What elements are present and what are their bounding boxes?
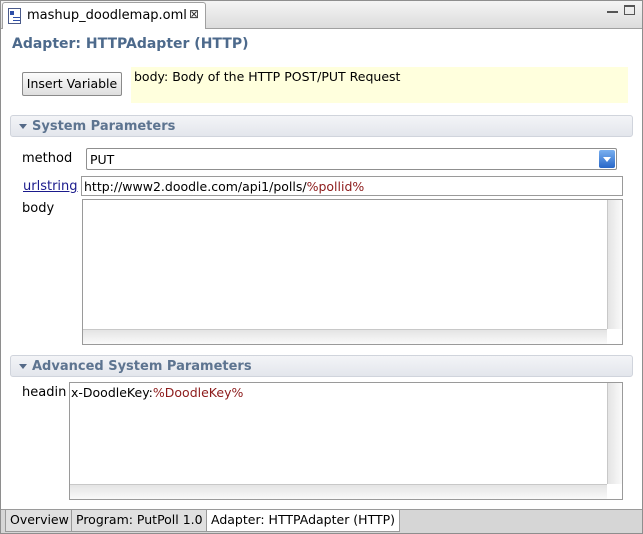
editor-window: mashup_doodlemap.oml ⊠ Adapter: HTTPAdap… xyxy=(0,0,643,534)
urlstring-link[interactable]: urlstring xyxy=(23,179,78,194)
file-icon xyxy=(8,8,21,24)
section-title: System Parameters xyxy=(32,119,176,134)
body-label: body xyxy=(22,201,55,216)
tab-program-putpoll[interactable]: Program: PutPoll 1.0 xyxy=(71,510,208,532)
method-selected-value: PUT xyxy=(90,152,115,167)
urlstring-value: http://www2.doodle.com/api1/polls/%polli… xyxy=(84,179,364,194)
urlstring-input[interactable]: http://www2.doodle.com/api1/polls/%polli… xyxy=(81,176,623,196)
urlstring-prefix: http://www2.doodle.com/api1/polls/ xyxy=(84,179,307,194)
method-select[interactable]: PUT xyxy=(86,148,617,170)
collapse-triangle-icon[interactable] xyxy=(19,124,27,129)
minimize-icon[interactable] xyxy=(607,7,618,13)
method-label: method xyxy=(22,151,73,166)
maximize-icon[interactable] xyxy=(624,5,635,15)
editor-tab-label: mashup_doodlemap.oml xyxy=(27,8,187,23)
header-key: x-DoodleKey: xyxy=(71,385,153,400)
collapse-triangle-icon[interactable] xyxy=(19,364,27,369)
dropdown-arrow-icon[interactable] xyxy=(599,150,615,168)
field-hint: body: Body of the HTTP POST/PUT Request xyxy=(131,67,628,103)
page-tab-bar: Overview Program: PutPoll 1.0 Adapter: H… xyxy=(1,509,642,533)
headers-textarea[interactable]: x-DoodleKey:%DoodleKey% xyxy=(69,382,623,500)
close-icon[interactable]: ⊠ xyxy=(189,7,199,21)
body-textarea[interactable] xyxy=(82,199,623,345)
section-title: Advanced System Parameters xyxy=(32,359,252,374)
headin-label: headin xyxy=(22,385,67,400)
urlstring-variable: %pollid% xyxy=(306,179,365,194)
vertical-scrollbar[interactable] xyxy=(607,383,622,484)
insert-variable-button[interactable]: Insert Variable xyxy=(22,72,122,96)
editor-tab-mashup-doodlemap[interactable]: mashup_doodlemap.oml ⊠ xyxy=(2,2,206,29)
editor-tab-strip: mashup_doodlemap.oml ⊠ xyxy=(1,1,642,29)
advanced-parameters-header[interactable]: Advanced System Parameters xyxy=(10,355,633,377)
tab-adapter-httpadapter[interactable]: Adapter: HTTPAdapter (HTTP) xyxy=(206,510,401,532)
vertical-scrollbar[interactable] xyxy=(607,200,622,329)
horizontal-scrollbar[interactable] xyxy=(70,484,607,499)
horizontal-scrollbar[interactable] xyxy=(83,329,607,344)
page-title: Adapter: HTTPAdapter (HTTP) xyxy=(12,36,249,52)
tab-overview[interactable]: Overview xyxy=(5,510,74,532)
headers-value: x-DoodleKey:%DoodleKey% xyxy=(71,385,243,400)
header-variable: %DoodleKey% xyxy=(152,385,244,400)
system-parameters-header[interactable]: System Parameters xyxy=(10,115,633,137)
